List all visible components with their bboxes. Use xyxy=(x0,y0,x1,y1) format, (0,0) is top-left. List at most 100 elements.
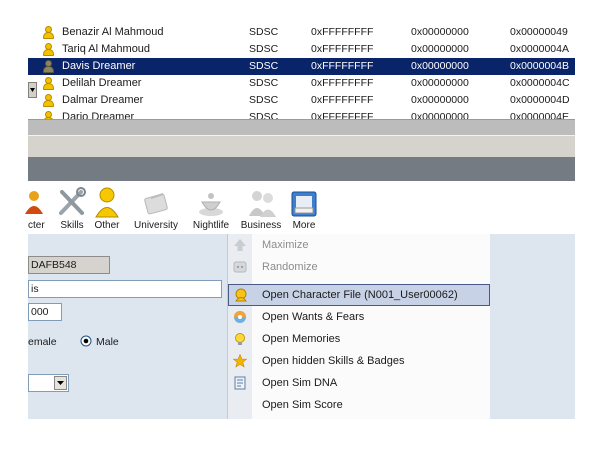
sim-icon xyxy=(43,77,54,90)
more-menu: Maximize Randomize Open Character File (… xyxy=(227,234,491,419)
sim-value-1: 0xFFFFFFFF xyxy=(311,94,374,106)
sim-value-2: 0x00000000 xyxy=(411,94,469,106)
sim-icon xyxy=(43,94,54,107)
tab-label: Skills xyxy=(60,220,84,231)
panel-header xyxy=(28,157,575,181)
sim-name: Dario Dreamer xyxy=(62,111,135,119)
tab-more[interactable]: More xyxy=(287,182,321,234)
tab-skills[interactable]: Skills xyxy=(54,182,90,234)
star-icon xyxy=(233,354,247,368)
skills-tools-icon xyxy=(59,187,86,215)
menu-item-open-memories[interactable]: Open Memories xyxy=(228,328,490,350)
tab-label: More xyxy=(292,220,316,231)
menu-item-label: Open Sim Score xyxy=(262,399,343,411)
gender-male-label: Male xyxy=(96,336,119,348)
character-icon xyxy=(25,191,43,214)
gender-female-label: emale xyxy=(28,336,57,348)
sim-value-3: 0x0000004B xyxy=(510,60,569,72)
character-file-icon xyxy=(235,288,247,302)
sim-value-2: 0x00000000 xyxy=(411,77,469,89)
sim-name: Delilah Dreamer xyxy=(62,77,142,89)
horizontal-scrollbar[interactable] xyxy=(28,119,575,136)
menu-item-open-hidden-skills-badges[interactable]: Open hidden Skills & Badges xyxy=(228,350,490,372)
other-sim-icon xyxy=(95,187,119,218)
sim-type: SDSC xyxy=(249,111,279,119)
list-scrollbar[interactable] xyxy=(28,82,37,98)
business-icon xyxy=(249,191,276,217)
sim-value-2: 0x00000000 xyxy=(411,111,469,119)
menu-item-open-character-file[interactable]: Open Character File (N001_User00062) xyxy=(228,284,490,306)
menu-item-label: Randomize xyxy=(262,261,318,273)
sim-name: Davis Dreamer xyxy=(62,60,136,72)
tab-character[interactable]: cter xyxy=(25,182,50,234)
tab-nightlife[interactable]: Nightlife xyxy=(189,182,233,234)
tab-label: Other xyxy=(94,220,120,231)
right-panel xyxy=(490,234,575,419)
more-icon xyxy=(291,191,317,217)
nightlife-icon xyxy=(199,193,223,216)
sim-type: SDSC xyxy=(249,26,279,38)
splitter-bar[interactable] xyxy=(28,135,575,158)
tab-business[interactable]: Business xyxy=(238,182,284,234)
tab-university[interactable]: University xyxy=(129,182,183,234)
sim-value-1: 0xFFFFFFFF xyxy=(311,77,374,89)
radio-selected-icon xyxy=(80,335,92,347)
sim-icon xyxy=(43,26,54,39)
menu-item-label: Open Wants & Fears xyxy=(262,311,365,323)
menu-item-open-sim-dna[interactable]: Open Sim DNA xyxy=(228,372,490,394)
menu-item-label: Open Memories xyxy=(262,333,341,345)
sim-value-1: 0xFFFFFFFF xyxy=(311,26,374,38)
category-toolbar: cter Skills Other University Nightlife B… xyxy=(25,182,575,234)
scroll-arrow-icon xyxy=(30,88,35,92)
sim-value-2: 0x00000000 xyxy=(411,26,469,38)
list-item-selected[interactable]: Davis Dreamer SDSC 0xFFFFFFFF 0x00000000… xyxy=(28,58,575,75)
age-field[interactable]: 000 xyxy=(28,303,62,321)
lightbulb-icon xyxy=(235,333,245,345)
sim-value-3: 0x0000004C xyxy=(510,77,570,89)
first-name-value: is xyxy=(31,283,39,295)
dropdown-button[interactable] xyxy=(54,376,67,390)
sim-icon xyxy=(43,43,54,56)
tab-label: University xyxy=(134,220,178,231)
first-name-field[interactable]: is xyxy=(28,280,222,298)
menu-item-open-wants-fears[interactable]: Open Wants & Fears xyxy=(228,306,490,328)
sim-name: Benazir Al Mahmoud xyxy=(62,26,164,38)
wants-fears-icon xyxy=(234,311,246,323)
sim-type: SDSC xyxy=(249,60,279,72)
sim-icon xyxy=(43,60,54,73)
list-item[interactable]: Dario Dreamer SDSC 0xFFFFFFFF 0x00000000… xyxy=(28,109,575,119)
menu-item-maximize[interactable]: Maximize xyxy=(228,234,490,256)
sim-value-3: 0x0000004D xyxy=(510,94,570,106)
sim-list: Benazir Al Mahmoud SDSC 0xFFFFFFFF 0x000… xyxy=(28,24,575,119)
tab-label: cter xyxy=(28,220,45,231)
sim-value-1: 0xFFFFFFFF xyxy=(311,60,374,72)
list-item[interactable]: Delilah Dreamer SDSC 0xFFFFFFFF 0x000000… xyxy=(28,75,575,92)
sim-value-1: 0xFFFFFFFF xyxy=(311,43,374,55)
tab-label: Business xyxy=(240,220,282,231)
sim-name: Dalmar Dreamer xyxy=(62,94,144,106)
age-value: 000 xyxy=(31,306,49,318)
list-item[interactable]: Tariq Al Mahmoud SDSC 0xFFFFFFFF 0x00000… xyxy=(28,41,575,58)
menu-item-label: Open hidden Skills & Badges xyxy=(262,355,405,367)
sim-id-field: DAFB548 xyxy=(28,256,110,274)
menu-item-label: Open Character File (N001_User00062) xyxy=(262,289,458,301)
list-item[interactable]: Benazir Al Mahmoud SDSC 0xFFFFFFFF 0x000… xyxy=(28,24,575,41)
tab-label: Nightlife xyxy=(192,220,230,231)
menu-item-randomize[interactable]: Randomize xyxy=(228,256,490,278)
dice-icon xyxy=(233,261,247,273)
sim-properties-panel: DAFB548 is 000 emale Male xyxy=(28,234,227,419)
sim-value-3: 0x00000049 xyxy=(510,26,568,38)
menu-item-open-sim-score[interactable]: Open Sim Score xyxy=(228,394,490,416)
sim-value-3: 0x0000004A xyxy=(510,43,569,55)
tab-other[interactable]: Other xyxy=(91,182,123,234)
sim-type: SDSC xyxy=(249,43,279,55)
sim-dna-icon xyxy=(234,376,246,390)
sim-id-value: DAFB548 xyxy=(31,259,77,271)
menu-item-label: Open Sim DNA xyxy=(262,377,338,389)
university-icon xyxy=(144,193,168,215)
gender-female-radio[interactable]: emale xyxy=(28,335,57,349)
dropdown-select[interactable] xyxy=(28,374,69,392)
menu-item-label: Maximize xyxy=(262,239,309,251)
sim-value-2: 0x00000000 xyxy=(411,60,469,72)
list-item[interactable]: Dalmar Dreamer SDSC 0xFFFFFFFF 0x0000000… xyxy=(28,92,575,109)
